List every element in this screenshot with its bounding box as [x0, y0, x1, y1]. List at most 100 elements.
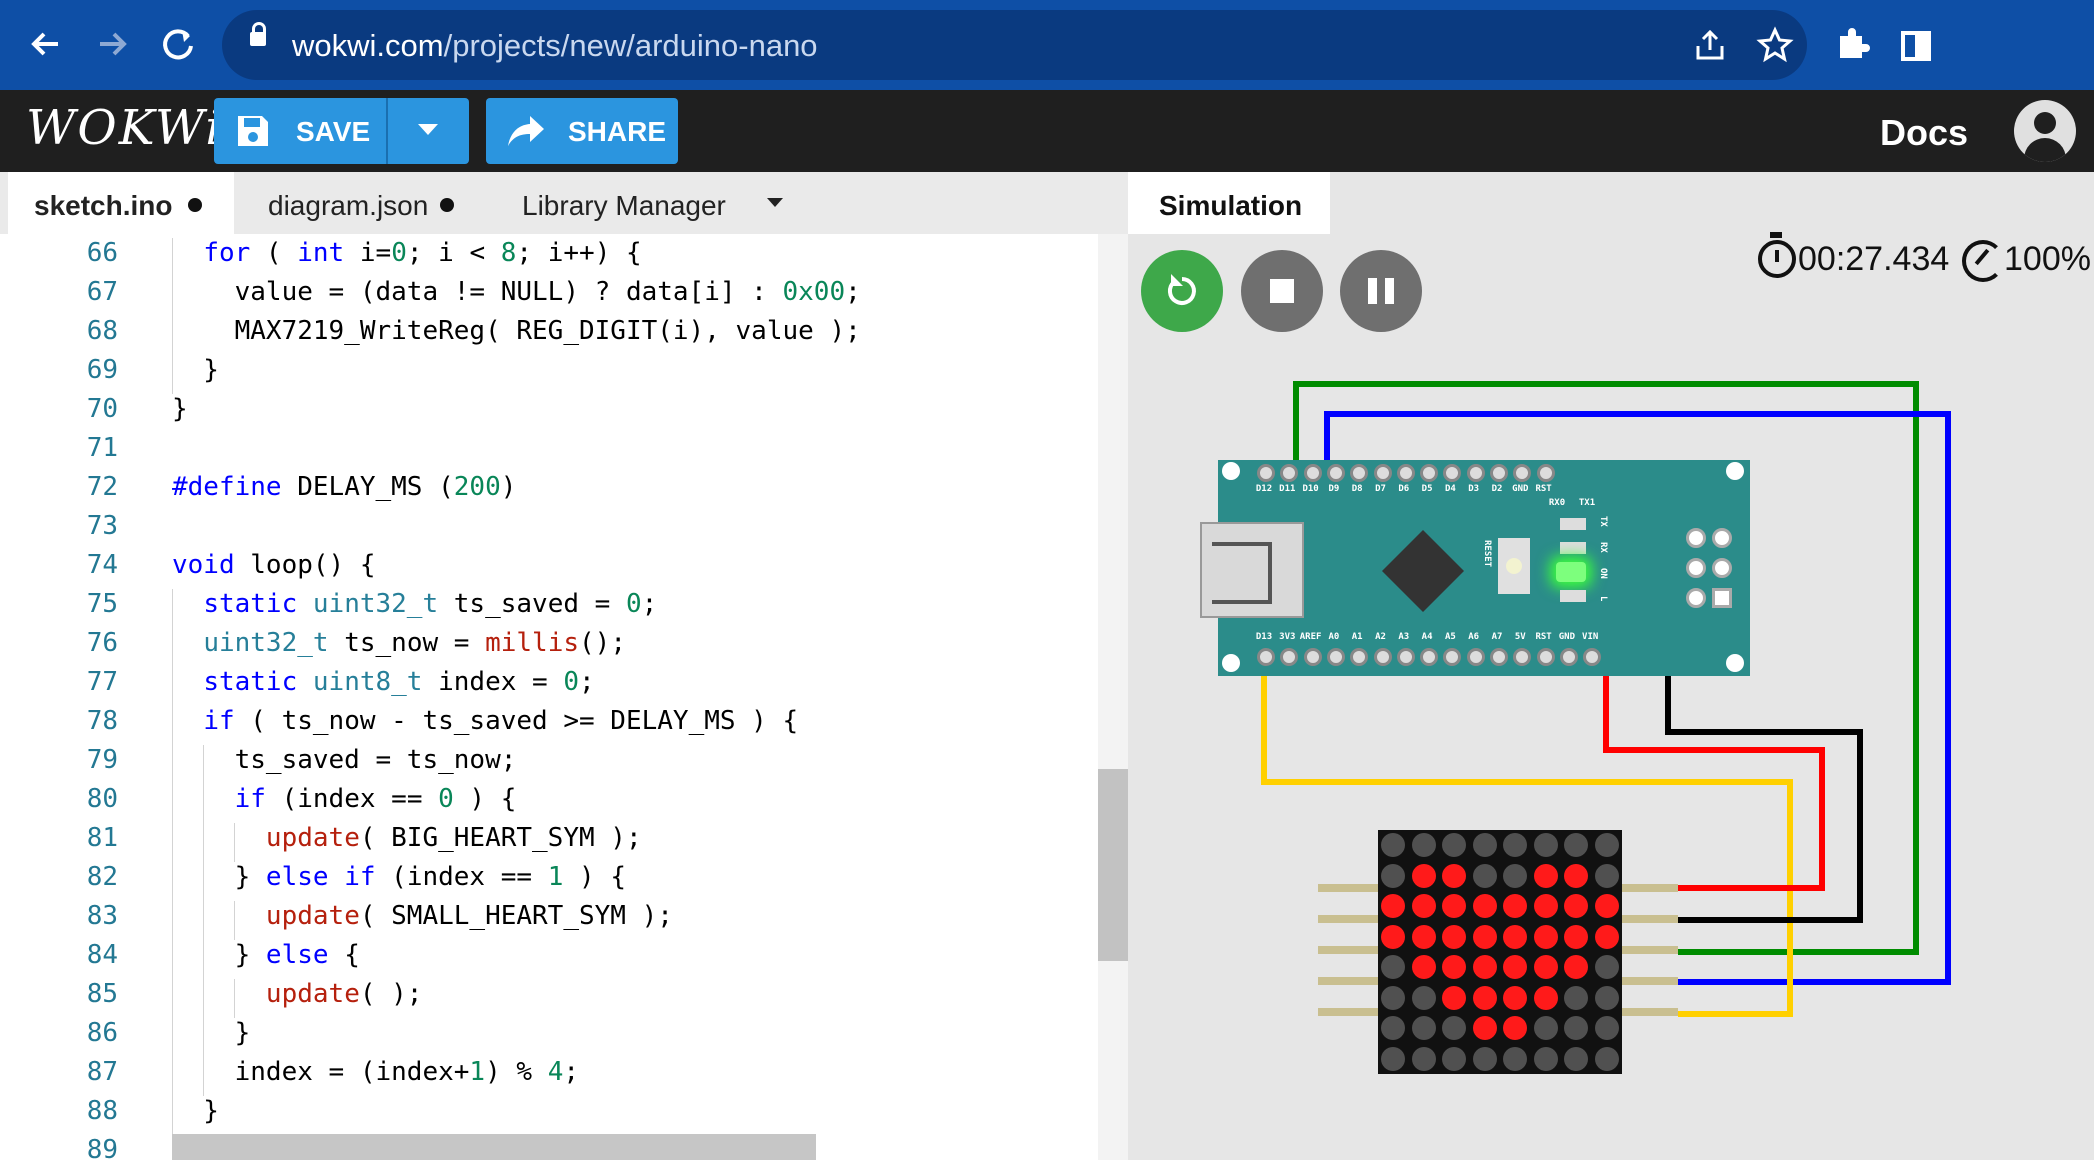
icsp-header [1680, 522, 1744, 616]
led-labels: TX RX ON L [1598, 516, 1618, 616]
matrix-led [1564, 924, 1588, 949]
led-tx [1560, 518, 1586, 530]
matrix-led [1442, 1046, 1466, 1071]
matrix-led [1594, 985, 1619, 1010]
matrix-led [1442, 894, 1466, 918]
pin-header-hole[interactable] [1583, 648, 1602, 666]
wires [1261, 381, 1951, 1017]
pin-header-hole[interactable] [1490, 648, 1508, 666]
led-on [1556, 562, 1586, 582]
pin-label: RX0 [1548, 498, 1566, 508]
pin-header-hole[interactable] [1466, 648, 1485, 666]
mount-hole [1222, 654, 1240, 672]
pin-header-hole[interactable] [1443, 464, 1462, 482]
pin-header-hole[interactable] [1420, 648, 1439, 666]
led-l [1560, 590, 1586, 602]
matrix-led [1472, 833, 1497, 857]
pin-header-hole[interactable] [1513, 648, 1532, 666]
matrix-led [1411, 894, 1436, 918]
matrix-pin [1622, 977, 1678, 985]
pin-header-hole[interactable] [1536, 464, 1555, 482]
pin-header-hole[interactable] [1443, 648, 1462, 666]
matrix-led [1411, 955, 1436, 979]
matrix-led [1533, 1016, 1558, 1040]
reset-button[interactable] [1498, 538, 1530, 594]
reset-label: RESET [1482, 540, 1492, 568]
usb-connector [1200, 522, 1304, 618]
matrix-led [1411, 863, 1436, 888]
pin-header-hole[interactable] [1466, 464, 1485, 482]
matrix-led [1411, 924, 1436, 949]
matrix-led [1594, 894, 1619, 918]
matrix-led [1564, 863, 1588, 888]
matrix-led [1411, 1046, 1436, 1071]
pin-header-hole[interactable] [1257, 648, 1275, 666]
pin-header-hole[interactable] [1280, 648, 1299, 666]
pin-header-hole[interactable] [1373, 464, 1392, 482]
pin-header-hole[interactable] [1559, 648, 1578, 666]
led-label-tx: TX [1598, 516, 1608, 527]
matrix-led [1381, 894, 1405, 918]
matrix-led [1411, 985, 1436, 1010]
mount-hole [1726, 654, 1744, 672]
matrix-led [1503, 1046, 1527, 1071]
pin-header-hole[interactable] [1350, 464, 1369, 482]
matrix-led [1503, 985, 1527, 1010]
pin-header-hole[interactable] [1280, 464, 1299, 482]
arduino-nano[interactable]: RESET TX RX ON L D12 D11 D10 D9 D8 D7 D6 D5 D4 D3… [1200, 460, 1750, 676]
pin-label: TX1 [1578, 498, 1596, 508]
microcontroller-chip [1381, 529, 1465, 613]
matrix-pin [1318, 977, 1378, 985]
led-matrix[interactable] [1318, 830, 1678, 1074]
matrix-led [1381, 955, 1405, 979]
matrix-pin [1318, 915, 1378, 923]
matrix-led [1472, 1046, 1497, 1071]
led-label-rx: RX [1598, 542, 1608, 553]
matrix-led [1503, 955, 1527, 979]
matrix-led [1533, 924, 1558, 949]
matrix-led [1381, 1016, 1405, 1040]
matrix-led [1381, 985, 1405, 1010]
matrix-led [1442, 863, 1466, 888]
matrix-led [1594, 833, 1619, 857]
pin-header-hole[interactable] [1396, 464, 1415, 482]
matrix-led [1472, 955, 1497, 979]
matrix-pin [1622, 946, 1678, 954]
pin-header-hole[interactable] [1350, 648, 1369, 666]
matrix-led [1503, 894, 1527, 918]
matrix-led [1442, 955, 1466, 979]
matrix-led [1564, 955, 1588, 979]
matrix-led [1472, 985, 1497, 1010]
matrix-led [1381, 1046, 1405, 1071]
pin-header-hole[interactable] [1257, 464, 1275, 482]
led-rx [1560, 542, 1586, 554]
pin-label: VIN [1582, 632, 1599, 642]
matrix-led [1442, 924, 1466, 949]
pin-header-hole[interactable] [1420, 464, 1439, 482]
matrix-led [1442, 833, 1466, 857]
matrix-led [1533, 1046, 1558, 1071]
matrix-led [1442, 1016, 1466, 1040]
matrix-led [1533, 894, 1558, 918]
matrix-led [1564, 985, 1588, 1010]
pin-header-hole[interactable] [1373, 648, 1392, 666]
matrix-led [1533, 863, 1558, 888]
pin-header-hole[interactable] [1326, 464, 1345, 482]
pin-header-hole[interactable] [1396, 648, 1415, 666]
pin-header-hole[interactable] [1536, 648, 1555, 666]
matrix-led [1503, 863, 1527, 888]
led-label-l: L [1598, 596, 1608, 602]
matrix-led [1503, 924, 1527, 949]
matrix-led [1564, 1016, 1588, 1040]
pin-header-hole[interactable] [1513, 464, 1532, 482]
pin-header-hole[interactable] [1326, 648, 1345, 666]
led-label-on: ON [1598, 568, 1608, 579]
pin-header-hole[interactable] [1490, 464, 1508, 482]
matrix-pin [1318, 946, 1378, 954]
matrix-led [1472, 924, 1497, 949]
pin-header-hole[interactable] [1303, 464, 1322, 482]
pin-label: RST [1535, 484, 1552, 494]
wire-black [1665, 660, 1863, 923]
matrix-led [1594, 955, 1619, 979]
pin-header-hole[interactable] [1303, 648, 1322, 666]
